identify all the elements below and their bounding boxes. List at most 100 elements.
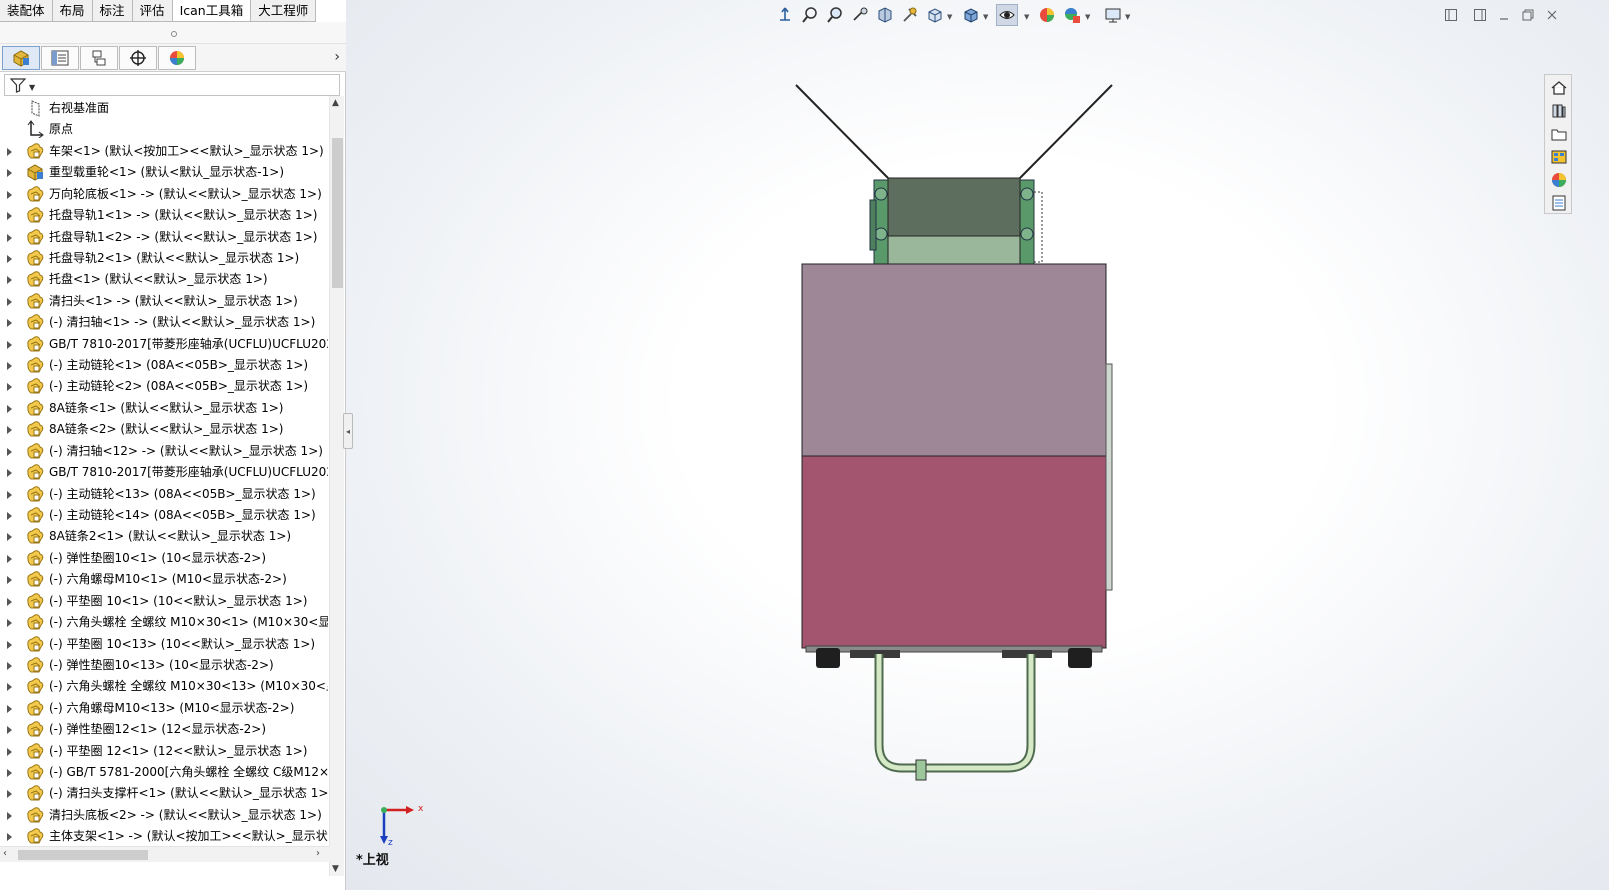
tree-item[interactable]: (-) 平垫圈 10<1> (10<<默认>_显示状态 1>) <box>0 591 328 612</box>
tree-item[interactable]: (-) 六角螺母M10<1> (M10<显示状态-2>) <box>0 569 328 590</box>
command-tab-3[interactable]: 评估 <box>132 0 173 22</box>
tree-item[interactable]: (-) 主动链轮<13> (08A<<05B>_显示状态 1>) <box>0 484 328 505</box>
tree-vertical-scrollbar[interactable]: ▲ ▼ <box>329 96 344 876</box>
part-icon <box>27 207 44 223</box>
property-manager-tab[interactable] <box>41 46 79 70</box>
tree-item[interactable]: (-) 主动链轮<1> (08A<<05B>_显示状态 1>) <box>0 355 328 376</box>
tree-item[interactable]: GB/T 7810-2017[带菱形座轴承(UCFLU)UCFLU202]- <box>0 334 328 355</box>
tree-item[interactable]: (-) 清扫头支撑杆<1> (默认<<默认>_显示状态 1>) <box>0 783 328 804</box>
command-tab-1[interactable]: 布局 <box>52 0 93 22</box>
command-tab-0[interactable]: 装配体 <box>0 0 53 22</box>
expand-arrow-icon[interactable] <box>7 426 12 435</box>
tree-item-label: 万向轮底板<1> -> (默认<<默认>_显示状态 1>) <box>49 186 322 201</box>
expand-arrow-icon[interactable] <box>7 597 12 606</box>
expand-manager-chevron-icon[interactable]: › <box>334 49 340 65</box>
expand-arrow-icon[interactable] <box>7 404 12 413</box>
expand-arrow-icon[interactable] <box>7 297 12 306</box>
tree-item[interactable]: 托盘导轨2<1> (默认<<默认>_显示状态 1>) <box>0 248 328 269</box>
configuration-manager-tab[interactable] <box>80 46 118 70</box>
expand-arrow-icon[interactable] <box>7 554 12 563</box>
tree-filter-input[interactable]: ▼ <box>4 74 340 96</box>
tree-item[interactable]: 托盘<1> (默认<<默认>_显示状态 1>) <box>0 269 328 290</box>
expand-arrow-icon[interactable] <box>7 319 12 328</box>
dimxpert-manager-tab[interactable] <box>119 46 157 70</box>
tree-item[interactable]: 8A链条2<1> (默认<<默认>_显示状态 1>) <box>0 526 328 547</box>
tree-item[interactable]: 8A链条<1> (默认<<默认>_显示状态 1>) <box>0 398 328 419</box>
tree-item-label: 托盘导轨1<1> -> (默认<<默认>_显示状态 1>) <box>49 208 318 223</box>
tree-item[interactable]: 主体支架<1> -> (默认<按加工><<默认>_显示状态 <box>0 826 328 847</box>
expand-arrow-icon[interactable] <box>7 169 12 178</box>
expand-arrow-icon[interactable] <box>7 212 12 221</box>
expand-arrow-icon[interactable] <box>7 619 12 628</box>
expand-arrow-icon[interactable] <box>7 769 12 778</box>
expand-arrow-icon[interactable] <box>7 833 12 842</box>
tree-item[interactable]: 车架<1> (默认<按加工><<默认>_显示状态 1>) <box>0 141 328 162</box>
scrollbar-thumb[interactable] <box>332 138 343 288</box>
expand-arrow-icon[interactable] <box>7 511 12 520</box>
tree-item[interactable]: 清扫头底板<2> -> (默认<<默认>_显示状态 1>) <box>0 805 328 826</box>
graphics-area[interactable]: ▼ ▼ ▼ ▼ ▼ x z *上视 <box>346 0 1609 890</box>
hscrollbar-thumb[interactable] <box>18 850 148 860</box>
scroll-right-icon[interactable]: › <box>316 848 320 859</box>
tree-item[interactable]: (-) 主动链轮<2> (08A<<05B>_显示状态 1>) <box>0 376 328 397</box>
tree-item[interactable]: 重型载重轮<1> (默认<默认_显示状态-1>) <box>0 162 328 183</box>
expand-arrow-icon[interactable] <box>7 661 12 670</box>
scroll-down-icon[interactable]: ▼ <box>332 864 339 874</box>
panel-collapse-handle[interactable]: ◂ <box>343 413 353 449</box>
expand-arrow-icon[interactable] <box>7 811 12 820</box>
tree-item[interactable]: (-) 弹性垫圈12<1> (12<显示状态-2>) <box>0 719 328 740</box>
expand-arrow-icon[interactable] <box>7 362 12 371</box>
tree-item[interactable]: (-) 弹性垫圈10<1> (10<显示状态-2>) <box>0 548 328 569</box>
tree-item[interactable]: (-) 六角头螺栓 全螺纹 M10×30<13> (M10×30<显示 <box>0 676 328 697</box>
display-manager-tab[interactable] <box>158 46 196 70</box>
tree-horizontal-scrollbar[interactable]: ‹ › <box>0 846 330 862</box>
plane-icon <box>31 100 40 117</box>
expand-arrow-icon[interactable] <box>7 190 12 199</box>
tree-item[interactable]: (-) 六角头螺栓 全螺纹 M10×30<1> (M10×30<显示 <box>0 612 328 633</box>
command-tab-5[interactable]: 大工程师 <box>251 0 317 22</box>
expand-arrow-icon[interactable] <box>7 640 12 649</box>
tree-item[interactable]: (-) 弹性垫圈10<13> (10<显示状态-2>) <box>0 655 328 676</box>
command-tab-4[interactable]: Ican工具箱 <box>172 0 252 22</box>
expand-arrow-icon[interactable] <box>7 704 12 713</box>
expand-arrow-icon[interactable] <box>7 747 12 756</box>
tree-item[interactable]: (-) GB/T 5781-2000[六角头螺栓 全螺纹 C级M12×3 <box>0 762 328 783</box>
tree-item-label: 清扫头<1> -> (默认<<默认>_显示状态 1>) <box>49 293 298 308</box>
tree-item[interactable]: GB/T 7810-2017[带菱形座轴承(UCFLU)UCFLU202]- <box>0 462 328 483</box>
tree-item[interactable]: (-) 平垫圈 12<1> (12<<默认>_显示状态 1>) <box>0 741 328 762</box>
tree-item[interactable]: 清扫头<1> -> (默认<<默认>_显示状态 1>) <box>0 291 328 312</box>
expand-arrow-icon[interactable] <box>7 276 12 285</box>
scroll-left-icon[interactable]: ‹ <box>3 848 7 859</box>
tree-item[interactable]: 托盘导轨1<2> -> (默认<<默认>_显示状态 1>) <box>0 227 328 248</box>
assembly-model-view[interactable] <box>346 0 1609 890</box>
tree-item[interactable]: (-) 主动链轮<14> (08A<<05B>_显示状态 1>) <box>0 505 328 526</box>
filter-dropdown-icon[interactable]: ▼ <box>29 83 35 92</box>
expand-arrow-icon[interactable] <box>7 576 12 585</box>
tree-item[interactable]: (-) 平垫圈 10<13> (10<<默认>_显示状态 1>) <box>0 634 328 655</box>
expand-arrow-icon[interactable] <box>7 790 12 799</box>
expand-arrow-icon[interactable] <box>7 533 12 542</box>
panel-grip[interactable] <box>0 22 346 44</box>
tree-item[interactable]: 托盘导轨1<1> -> (默认<<默认>_显示状态 1>) <box>0 205 328 226</box>
tree-item[interactable]: (-) 清扫轴<12> -> (默认<<默认>_显示状态 1>) <box>0 441 328 462</box>
expand-arrow-icon[interactable] <box>7 490 12 499</box>
tree-item[interactable]: (-) 清扫轴<1> -> (默认<<默认>_显示状态 1>) <box>0 312 328 333</box>
feature-manager-tab[interactable] <box>2 46 40 70</box>
expand-arrow-icon[interactable] <box>7 469 12 478</box>
command-tab-2[interactable]: 标注 <box>92 0 133 22</box>
tree-item[interactable]: 8A链条<2> (默认<<默认>_显示状态 1>) <box>0 419 328 440</box>
expand-arrow-icon[interactable] <box>7 233 12 242</box>
scroll-up-icon[interactable]: ▲ <box>332 98 339 108</box>
tree-item[interactable]: (-) 六角螺母M10<13> (M10<显示状态-2>) <box>0 698 328 719</box>
expand-arrow-icon[interactable] <box>7 147 12 156</box>
tree-item[interactable]: 右视基准面 <box>0 98 328 119</box>
part-icon <box>27 807 44 823</box>
tree-item[interactable]: 原点 <box>0 119 328 140</box>
expand-arrow-icon[interactable] <box>7 383 12 392</box>
expand-arrow-icon[interactable] <box>7 447 12 456</box>
expand-arrow-icon[interactable] <box>7 683 12 692</box>
tree-item[interactable]: 万向轮底板<1> -> (默认<<默认>_显示状态 1>) <box>0 184 328 205</box>
expand-arrow-icon[interactable] <box>7 254 12 263</box>
expand-arrow-icon[interactable] <box>7 726 12 735</box>
expand-arrow-icon[interactable] <box>7 340 12 349</box>
